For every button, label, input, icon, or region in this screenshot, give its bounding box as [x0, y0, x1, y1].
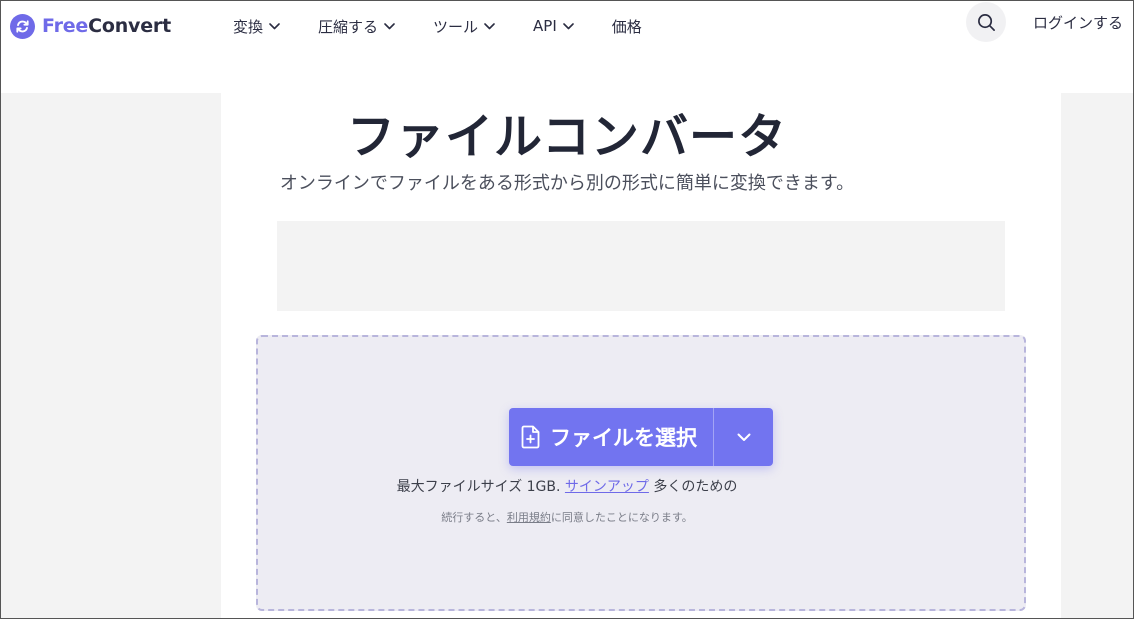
nav-compress[interactable]: 圧縮する	[318, 16, 395, 37]
top-navigation-bar: FreeConvert 変換 圧縮する ツール API 価格 ログインする	[1, 1, 1133, 51]
freeconvert-logo[interactable]: FreeConvert	[10, 13, 171, 39]
nav-convert-label: 変換	[233, 17, 264, 36]
signup-link[interactable]: サインアップ	[565, 479, 649, 495]
chevron-down-icon	[484, 22, 495, 29]
logo-wordmark: FreeConvert	[42, 15, 171, 37]
terms-suffix: に同意したことになります。	[550, 511, 693, 524]
search-icon	[977, 13, 995, 31]
main-nav: 変換 圧縮する ツール API 価格	[233, 1, 680, 51]
file-plus-icon	[521, 425, 540, 449]
nav-pricing-label: 価格	[611, 17, 642, 36]
nav-api-label: API	[533, 17, 557, 35]
limit-suffix: 多くのための	[653, 479, 738, 495]
ad-placeholder	[277, 221, 1005, 311]
page-title: ファイルコンバータ	[346, 109, 788, 165]
nav-tools-label: ツール	[433, 17, 479, 36]
nav-api[interactable]: API	[533, 17, 574, 35]
login-link[interactable]: ログインする	[1033, 12, 1123, 33]
chevron-down-icon	[737, 433, 750, 441]
choose-file-main[interactable]: ファイルを選択	[509, 408, 713, 466]
terms-prefix: 続行すると、	[441, 511, 507, 524]
terms-link[interactable]: 利用規約	[507, 511, 551, 524]
header-spacer	[1, 51, 1133, 93]
choose-source-dropdown[interactable]	[714, 408, 773, 466]
file-dropzone[interactable]	[256, 335, 1026, 611]
chevron-down-icon	[384, 22, 395, 29]
logo-convert-text: Convert	[88, 15, 171, 37]
limit-prefix: 最大ファイルサイズ 1GB.	[396, 479, 561, 495]
logo-refresh-icon	[10, 13, 35, 39]
choose-file-button[interactable]: ファイルを選択	[509, 408, 773, 466]
terms-notice: 続行すると、利用規約に同意したことになります。	[1, 509, 1133, 525]
chevron-down-icon	[562, 22, 574, 29]
nav-compress-label: 圧縮する	[318, 17, 379, 36]
chevron-down-icon	[269, 22, 280, 29]
nav-tools[interactable]: ツール	[433, 16, 495, 37]
file-size-limit: 最大ファイルサイズ 1GB. サインアップ 多くのための	[1, 476, 1133, 496]
search-button[interactable]	[966, 2, 1006, 42]
page-subtitle: オンラインでファイルをある形式から別の形式に簡単に変換できます。	[279, 173, 855, 194]
browser-viewport: FreeConvert 変換 圧縮する ツール API 価格 ログインする ファ…	[0, 0, 1134, 619]
nav-convert[interactable]: 変換	[233, 16, 280, 37]
nav-pricing[interactable]: 価格	[612, 16, 642, 37]
logo-free-text: Free	[42, 15, 89, 37]
choose-file-label: ファイルを選択	[550, 426, 697, 450]
